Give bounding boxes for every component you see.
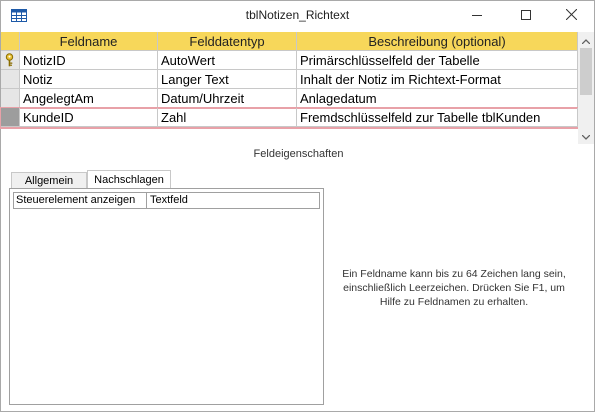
- field-name-cell[interactable]: AngelegtAm: [20, 89, 158, 108]
- chevron-down-icon: [581, 127, 591, 145]
- field-name-cell[interactable]: KundeID: [20, 108, 158, 127]
- help-text: Ein Feldname kann bis zu 64 Zeichen lang…: [342, 268, 566, 308]
- row-selector[interactable]: [1, 70, 20, 89]
- table-row-selected[interactable]: KundeID Zahl Fremdschlüsselfeld zur Tabe…: [0, 107, 579, 129]
- data-type-cell[interactable]: Langer Text: [158, 70, 297, 89]
- table-design-window: tblNotizen_Richtext Feldname Felddatenty…: [0, 0, 595, 412]
- description-cell[interactable]: Fremdschlüsselfeld zur Tabelle tblKunden: [297, 108, 578, 127]
- property-name: Steuerelement anzeigen: [14, 193, 147, 208]
- row-selector[interactable]: [1, 89, 20, 108]
- table-row[interactable]: Notiz Langer Text Inhalt der Notiz im Ri…: [1, 70, 578, 90]
- field-name-cell[interactable]: Notiz: [20, 70, 158, 89]
- property-row[interactable]: Steuerelement anzeigen Textfeld: [13, 192, 320, 209]
- scroll-down-button[interactable]: [578, 128, 594, 144]
- scroll-thumb[interactable]: [580, 48, 592, 95]
- data-type-cell[interactable]: Datum/Uhrzeit: [158, 89, 297, 108]
- row-selector[interactable]: [1, 108, 20, 127]
- column-header-feldname[interactable]: Feldname: [20, 32, 158, 51]
- description-cell[interactable]: Primärschlüsselfeld der Tabelle: [297, 51, 578, 70]
- description-cell[interactable]: Inhalt der Notiz im Richtext-Format: [297, 70, 578, 89]
- title-bar[interactable]: tblNotizen_Richtext: [1, 1, 594, 31]
- minimize-icon: [472, 7, 482, 25]
- description-cell[interactable]: Anlagedatum: [297, 89, 578, 108]
- header-selector: [1, 32, 20, 51]
- close-icon: [565, 7, 577, 25]
- table-row[interactable]: NotizID AutoWert Primärschlüsselfeld der…: [1, 51, 578, 71]
- maximize-button[interactable]: [503, 1, 549, 31]
- field-name-cell[interactable]: NotizID: [20, 51, 158, 70]
- column-header-beschreibung[interactable]: Beschreibung (optional): [297, 32, 578, 51]
- data-type-cell[interactable]: Zahl: [158, 108, 297, 127]
- grid-header-row: Feldname Felddatentyp Beschreibung (opti…: [1, 32, 578, 52]
- field-properties-label: Feldeigenschaften: [253, 148, 344, 160]
- chevron-up-icon: [581, 31, 591, 49]
- column-header-felddatentyp[interactable]: Felddatentyp: [158, 32, 297, 51]
- property-value[interactable]: Textfeld: [148, 193, 188, 207]
- property-sheet: Steuerelement anzeigen Textfeld: [9, 188, 324, 405]
- scroll-up-button[interactable]: [578, 32, 594, 48]
- tab-nachschlagen[interactable]: Nachschlagen: [87, 170, 171, 189]
- vertical-scrollbar[interactable]: [578, 32, 594, 144]
- row-selector[interactable]: [1, 51, 20, 70]
- minimize-button[interactable]: [454, 1, 500, 31]
- maximize-icon: [521, 7, 531, 25]
- tab-allgemein[interactable]: Allgemein: [11, 172, 87, 189]
- data-type-cell[interactable]: AutoWert: [158, 51, 297, 70]
- close-button[interactable]: [548, 1, 594, 31]
- table-row[interactable]: AngelegtAm Datum/Uhrzeit Anlagedatum: [1, 89, 578, 109]
